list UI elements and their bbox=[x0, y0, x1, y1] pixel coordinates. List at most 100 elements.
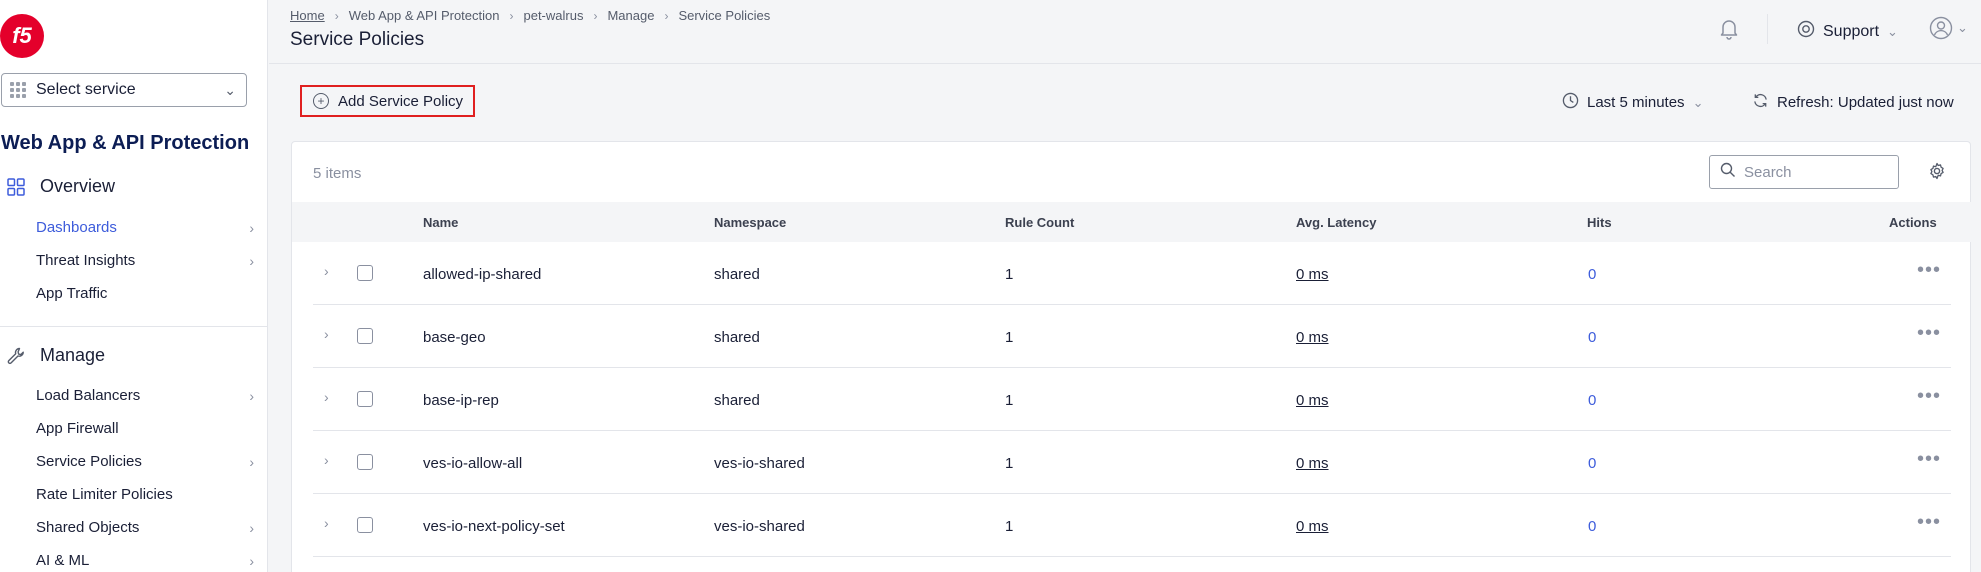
policy-name[interactable]: base-ip-rep bbox=[423, 392, 499, 409]
chevron-right-icon: › bbox=[249, 252, 254, 269]
table-row[interactable]: › ves-io-allow-all ves-io-shared 1 0 ms … bbox=[292, 431, 1972, 494]
items-count: 5 items bbox=[313, 165, 362, 182]
overview-grid-icon bbox=[6, 177, 26, 197]
sidebar-item-app-firewall[interactable]: App Firewall bbox=[36, 420, 254, 437]
nav-section-overview[interactable]: Overview bbox=[0, 176, 115, 197]
sidebar-item-label: Threat Insights bbox=[36, 252, 136, 269]
policy-avg-latency[interactable]: 0 ms bbox=[1296, 266, 1329, 283]
policy-avg-latency[interactable]: 0 ms bbox=[1296, 518, 1329, 535]
breadcrumb-home[interactable]: Home bbox=[290, 8, 325, 23]
search-input[interactable] bbox=[1744, 163, 1884, 181]
chevron-right-icon[interactable]: › bbox=[324, 515, 329, 531]
policy-namespace: ves-io-shared bbox=[714, 455, 805, 472]
chevron-right-icon: › bbox=[509, 8, 514, 23]
breadcrumb-current: Service Policies bbox=[678, 8, 771, 23]
column-header-namespace[interactable]: Namespace bbox=[714, 215, 786, 230]
sidebar-item-app-traffic[interactable]: App Traffic bbox=[36, 285, 254, 302]
row-checkbox[interactable] bbox=[357, 391, 373, 407]
support-menu[interactable]: Support ⌄ bbox=[1797, 20, 1898, 43]
page-header: Home › Web App & API Protection › pet-wa… bbox=[269, 0, 1981, 64]
chevron-right-icon[interactable]: › bbox=[324, 263, 329, 279]
nav-section-manage[interactable]: Manage bbox=[0, 345, 105, 366]
sidebar-item-threat-insights[interactable]: Threat Insights › bbox=[36, 252, 254, 269]
header-divider bbox=[1767, 14, 1768, 44]
more-actions-icon[interactable]: ••• bbox=[1917, 448, 1941, 471]
policy-hits[interactable]: 0 bbox=[1588, 392, 1596, 409]
time-range-label: Last 5 minutes bbox=[1587, 94, 1685, 111]
more-actions-icon[interactable]: ••• bbox=[1917, 322, 1941, 345]
policy-name[interactable]: allowed-ip-shared bbox=[423, 266, 541, 283]
chevron-right-icon: › bbox=[249, 387, 254, 404]
row-checkbox[interactable] bbox=[357, 265, 373, 281]
sidebar-item-rate-limiter-policies[interactable]: Rate Limiter Policies bbox=[36, 486, 254, 503]
policy-namespace: shared bbox=[714, 329, 760, 346]
sidebar-item-shared-objects[interactable]: Shared Objects › bbox=[36, 519, 254, 536]
sidebar-item-label: Shared Objects bbox=[36, 519, 140, 536]
refresh-label: Refresh: Updated just now bbox=[1777, 94, 1954, 111]
column-header-name[interactable]: Name bbox=[423, 215, 458, 230]
policy-avg-latency[interactable]: 0 ms bbox=[1296, 455, 1329, 472]
row-checkbox[interactable] bbox=[357, 517, 373, 533]
table-row[interactable]: › base-geo shared 1 0 ms 0 ••• bbox=[292, 305, 1972, 368]
add-service-policy-button[interactable]: + Add Service Policy bbox=[300, 85, 475, 117]
breadcrumb-item[interactable]: Manage bbox=[607, 8, 654, 23]
table-row[interactable]: › allowed-ip-shared shared 1 0 ms 0 ••• bbox=[292, 242, 1972, 305]
chevron-right-icon: › bbox=[249, 552, 254, 569]
breadcrumb-item[interactable]: Web App & API Protection bbox=[349, 8, 500, 23]
policy-hits[interactable]: 0 bbox=[1588, 329, 1596, 346]
manage-label: Manage bbox=[40, 345, 106, 365]
column-header-avg-latency[interactable]: Avg. Latency bbox=[1296, 215, 1376, 230]
chevron-right-icon: › bbox=[249, 219, 254, 236]
sidebar-item-label: Rate Limiter Policies bbox=[36, 486, 173, 503]
sidebar-item-dashboards[interactable]: Dashboards › bbox=[36, 219, 254, 236]
sidebar-item-load-balancers[interactable]: Load Balancers › bbox=[36, 387, 254, 404]
policy-hits[interactable]: 0 bbox=[1588, 266, 1596, 283]
more-actions-icon[interactable]: ••• bbox=[1917, 511, 1941, 534]
chevron-right-icon: › bbox=[664, 8, 669, 23]
search-icon bbox=[1720, 162, 1736, 183]
column-header-hits[interactable]: Hits bbox=[1587, 215, 1612, 230]
refresh-button[interactable]: Refresh: Updated just now bbox=[1752, 92, 1954, 113]
chevron-right-icon[interactable]: › bbox=[324, 389, 329, 405]
column-header-rule-count[interactable]: Rule Count bbox=[1005, 215, 1074, 230]
lifebuoy-icon bbox=[1797, 20, 1815, 43]
chevron-right-icon: › bbox=[249, 519, 254, 536]
sidebar-item-service-policies[interactable]: Service Policies › bbox=[36, 453, 254, 470]
table-row[interactable]: › ves-io-next-policy-set ves-io-shared 1… bbox=[292, 494, 1972, 557]
sidebar-item-ai-ml[interactable]: AI & ML › bbox=[36, 552, 254, 569]
sidebar: f5 Select service ⌄ Web App & API Protec… bbox=[0, 0, 268, 572]
policy-hits[interactable]: 0 bbox=[1588, 518, 1596, 535]
policy-avg-latency[interactable]: 0 ms bbox=[1296, 329, 1329, 346]
time-range-selector[interactable]: Last 5 minutes ⌄ bbox=[1562, 92, 1703, 113]
policy-name[interactable]: ves-io-allow-all bbox=[423, 455, 522, 472]
more-actions-icon[interactable]: ••• bbox=[1917, 385, 1941, 408]
f5-logo[interactable]: f5 bbox=[0, 14, 44, 58]
user-menu[interactable]: ⌄ bbox=[1929, 16, 1968, 40]
service-title: Web App & API Protection bbox=[1, 132, 250, 154]
sidebar-item-label: App Traffic bbox=[36, 285, 108, 302]
policy-avg-latency[interactable]: 0 ms bbox=[1296, 392, 1329, 409]
chevron-right-icon[interactable]: › bbox=[324, 452, 329, 468]
chevron-right-icon[interactable]: › bbox=[324, 326, 329, 342]
policy-name[interactable]: ves-io-next-policy-set bbox=[423, 518, 565, 535]
select-service-dropdown[interactable]: Select service ⌄ bbox=[1, 73, 247, 107]
support-label: Support bbox=[1823, 22, 1880, 40]
row-checkbox[interactable] bbox=[357, 328, 373, 344]
policy-hits[interactable]: 0 bbox=[1588, 455, 1596, 472]
row-checkbox[interactable] bbox=[357, 454, 373, 470]
service-policies-table-card: 5 items Name Namespace Rule Count Avg. L… bbox=[291, 141, 1972, 572]
search-box[interactable] bbox=[1709, 155, 1899, 189]
policy-namespace: shared bbox=[714, 266, 760, 283]
more-actions-icon[interactable]: ••• bbox=[1917, 259, 1941, 282]
wrench-icon bbox=[6, 346, 26, 366]
sidebar-item-label: App Firewall bbox=[36, 420, 119, 437]
policy-name[interactable]: base-geo bbox=[423, 329, 486, 346]
bell-icon[interactable] bbox=[1717, 16, 1741, 40]
breadcrumb-item[interactable]: pet-walrus bbox=[523, 8, 583, 23]
table-row[interactable]: › base-ip-rep shared 1 0 ms 0 ••• bbox=[292, 368, 1972, 431]
chevron-down-icon: ⌄ bbox=[1692, 94, 1704, 110]
policy-namespace: ves-io-shared bbox=[714, 518, 805, 535]
refresh-icon bbox=[1752, 92, 1769, 113]
gear-icon[interactable] bbox=[1928, 162, 1946, 185]
sidebar-item-label: Service Policies bbox=[36, 453, 142, 470]
